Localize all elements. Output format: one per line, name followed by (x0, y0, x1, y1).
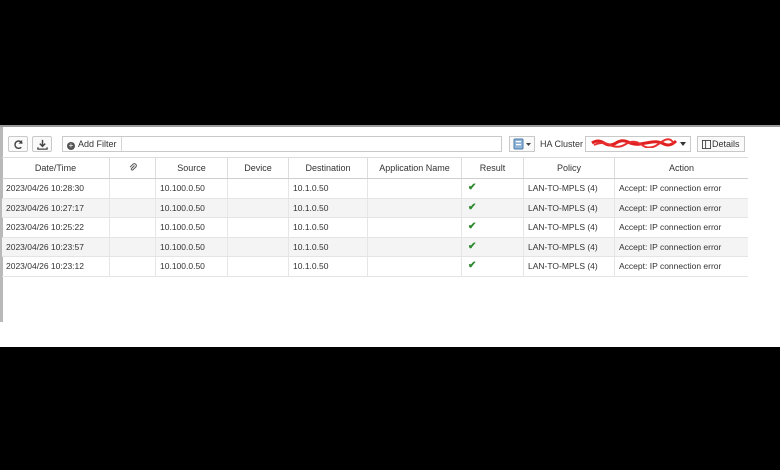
cell-attachment (110, 198, 156, 218)
ha-cluster-select[interactable] (585, 136, 691, 152)
cell-source: 10.100.0.50 (156, 198, 228, 218)
column-header-attachment[interactable] (110, 158, 156, 178)
cell-source: 10.100.0.50 (156, 179, 228, 198)
paperclip-icon (129, 163, 137, 171)
cell-destination: 10.1.0.50 (289, 198, 368, 218)
cell-attachment (110, 257, 156, 276)
ha-cluster-label: HA Cluster (540, 139, 584, 149)
cell-action: Accept: IP connection error (619, 222, 722, 233)
toolbar: + Add Filter HA Cluster Details (0, 133, 780, 155)
table-header: Date/Time Source Device Destination Appl… (2, 157, 748, 179)
refresh-button[interactable] (8, 136, 28, 152)
cell-policy: LAN-TO-MPLS (4) (524, 257, 615, 276)
redaction-scribble (591, 138, 678, 148)
cell-action: Accept: IP connection error (619, 183, 722, 193)
column-header-application-name[interactable]: Application Name (368, 158, 462, 178)
cell-attachment (110, 179, 156, 198)
check-icon: ✔ (468, 240, 477, 252)
cell-application-name (368, 237, 462, 257)
cell-application-name (368, 198, 462, 218)
cell-destination: 10.1.0.50 (289, 237, 368, 257)
filter-bar[interactable]: + Add Filter (62, 136, 502, 152)
cell-destination: 10.1.0.50 (289, 257, 368, 276)
log-table: Date/Time Source Device Destination Appl… (2, 157, 748, 277)
cell-policy: LAN-TO-MPLS (4) (524, 179, 615, 198)
cell-application-name (368, 179, 462, 198)
cell-datetime: 2023/04/26 10:25:22 (2, 218, 110, 237)
cell-device (228, 237, 289, 257)
add-filter-button[interactable]: + Add Filter (65, 137, 122, 151)
table-row[interactable]: 2023/04/26 10:28:30 10.100.0.50 10.1.0.5… (2, 179, 748, 199)
refresh-icon (14, 139, 23, 150)
cell-device (228, 179, 289, 198)
cell-policy: LAN-TO-MPLS (4) (524, 237, 615, 257)
column-header-destination[interactable]: Destination (289, 158, 368, 178)
cell-destination: 10.1.0.50 (289, 218, 368, 237)
check-icon: ✔ (468, 260, 477, 272)
column-header-source[interactable]: Source (156, 158, 228, 178)
cell-application-name (368, 218, 462, 237)
cell-application-name (368, 257, 462, 276)
details-panel-icon (702, 140, 711, 149)
column-header-datetime[interactable]: Date/Time (2, 158, 110, 178)
cell-result: ✔ (462, 198, 524, 218)
cell-policy: LAN-TO-MPLS (4) (524, 218, 615, 237)
check-icon: ✔ (468, 201, 477, 213)
cell-device (228, 218, 289, 237)
details-label: Details (712, 139, 740, 149)
cell-action: Accept: IP connection error (619, 241, 722, 252)
cell-result: ✔ (462, 179, 524, 198)
column-header-policy[interactable]: Policy (524, 158, 615, 178)
column-header-action[interactable]: Action (615, 158, 748, 178)
table-row[interactable]: 2023/04/26 10:23:57 10.100.0.50 10.1.0.5… (2, 237, 748, 258)
cell-device (228, 257, 289, 276)
table-row[interactable]: 2023/04/26 10:25:22 10.100.0.50 10.1.0.5… (2, 218, 748, 238)
column-header-device[interactable]: Device (228, 158, 289, 178)
add-icon: + (67, 141, 75, 150)
table-body: 2023/04/26 10:28:30 10.100.0.50 10.1.0.5… (2, 179, 748, 277)
cell-device (228, 198, 289, 218)
view-options-button[interactable] (509, 136, 535, 152)
check-icon: ✔ (468, 182, 477, 193)
cell-action: Accept: IP connection error (619, 261, 722, 272)
details-button[interactable]: Details (697, 136, 745, 152)
download-icon (37, 139, 48, 150)
cell-attachment (110, 218, 156, 237)
cell-result: ✔ (462, 237, 524, 257)
download-button[interactable] (32, 136, 52, 152)
cell-action: Accept: IP connection error (619, 202, 722, 213)
log-view-icon (513, 138, 531, 150)
cell-result: ✔ (462, 257, 524, 276)
cell-result: ✔ (462, 218, 524, 237)
cell-datetime: 2023/04/26 10:23:57 (2, 237, 110, 257)
cell-source: 10.100.0.50 (156, 257, 228, 276)
cell-datetime: 2023/04/26 10:28:30 (2, 179, 110, 198)
add-filter-label: Add Filter (78, 139, 117, 149)
cell-datetime: 2023/04/26 10:23:12 (2, 257, 110, 276)
cell-source: 10.100.0.50 (156, 218, 228, 237)
cell-attachment (110, 237, 156, 257)
check-icon: ✔ (468, 221, 477, 233)
table-row[interactable]: 2023/04/26 10:23:12 10.100.0.50 10.1.0.5… (2, 257, 748, 277)
table-row[interactable]: 2023/04/26 10:27:17 10.100.0.50 10.1.0.5… (2, 198, 748, 219)
cell-source: 10.100.0.50 (156, 237, 228, 257)
cell-policy: LAN-TO-MPLS (4) (524, 198, 615, 218)
cell-datetime: 2023/04/26 10:27:17 (2, 198, 110, 218)
log-viewer-panel: + Add Filter HA Cluster Details Date/Tim… (0, 125, 780, 347)
cell-destination: 10.1.0.50 (289, 179, 368, 198)
column-header-result[interactable]: Result (462, 158, 524, 178)
chevron-down-icon (680, 142, 686, 146)
